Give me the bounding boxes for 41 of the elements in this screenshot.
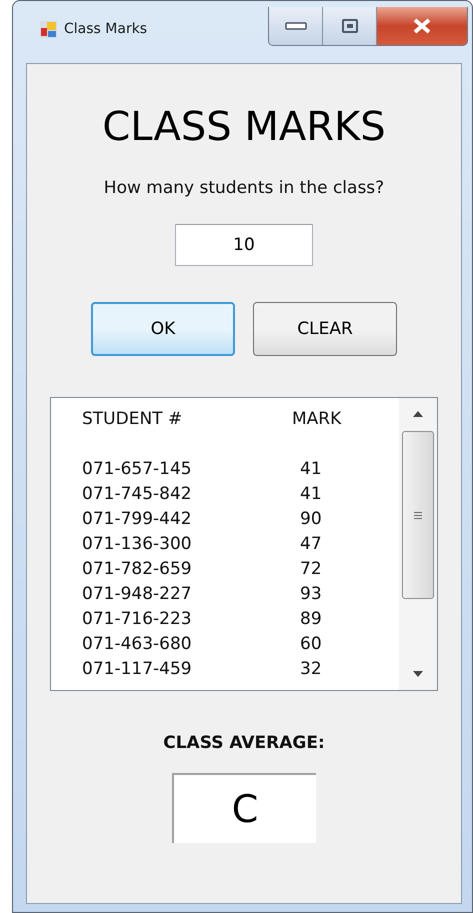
student-number: 071-745-842 bbox=[82, 484, 193, 504]
student-number: 071-716-223 bbox=[82, 608, 193, 628]
scrollbar[interactable] bbox=[399, 398, 437, 690]
scroll-down-icon[interactable] bbox=[413, 671, 423, 677]
column-header: MARK bbox=[292, 408, 342, 428]
mark-value: 41 bbox=[299, 484, 323, 504]
mark-value: 89 bbox=[299, 608, 323, 628]
window-title: Class Marks bbox=[64, 21, 148, 37]
column-header: STUDENT # bbox=[82, 408, 184, 428]
close-icon bbox=[412, 18, 432, 34]
scroll-up-icon[interactable] bbox=[413, 411, 423, 417]
student-number: 071-782-659 bbox=[82, 558, 193, 578]
mark-value: 72 bbox=[299, 558, 323, 578]
close-button[interactable] bbox=[377, 7, 467, 45]
scroll-thumb[interactable] bbox=[402, 431, 434, 599]
average-output: C bbox=[172, 773, 316, 843]
mark-value: 47 bbox=[299, 534, 323, 554]
mark-value: 32 bbox=[299, 658, 323, 678]
minimize-icon bbox=[284, 22, 306, 30]
mark-value: 60 bbox=[299, 634, 323, 654]
student-number: 071-799-442 bbox=[82, 508, 193, 528]
maximize-button[interactable] bbox=[323, 7, 377, 45]
student-number: 071-657-145 bbox=[82, 458, 193, 478]
mark-value: 90 bbox=[299, 508, 323, 528]
mark-value: 41 bbox=[299, 458, 323, 478]
question-label: How many students in the class? bbox=[104, 178, 384, 198]
ok-button[interactable]: OK bbox=[91, 302, 235, 356]
grip-icon bbox=[414, 510, 422, 520]
average-label: CLASS AVERAGE: bbox=[163, 733, 325, 753]
student-number: 071-136-300 bbox=[82, 534, 193, 554]
restore-icon bbox=[342, 19, 358, 33]
app-icon bbox=[40, 21, 57, 38]
students-field[interactable]: 10 bbox=[175, 224, 313, 266]
heading: CLASS MARKS bbox=[102, 104, 386, 150]
marks-list[interactable]: STUDENT # MARK 071-657-145 41 071-745-842 41 071-799-442 90 071-136-300 47 071-782-659 72 071-948-227 93 071-716-223 89 071-463-680 60 071-117-459 32 bbox=[50, 397, 438, 691]
mark-value: 93 bbox=[299, 584, 323, 604]
student-number: 071-463-680 bbox=[82, 634, 193, 654]
clear-button[interactable]: CLEAR bbox=[253, 302, 397, 356]
student-number: 071-948-227 bbox=[82, 584, 193, 604]
minimize-button[interactable] bbox=[269, 7, 323, 45]
student-number: 071-117-459 bbox=[82, 658, 193, 678]
